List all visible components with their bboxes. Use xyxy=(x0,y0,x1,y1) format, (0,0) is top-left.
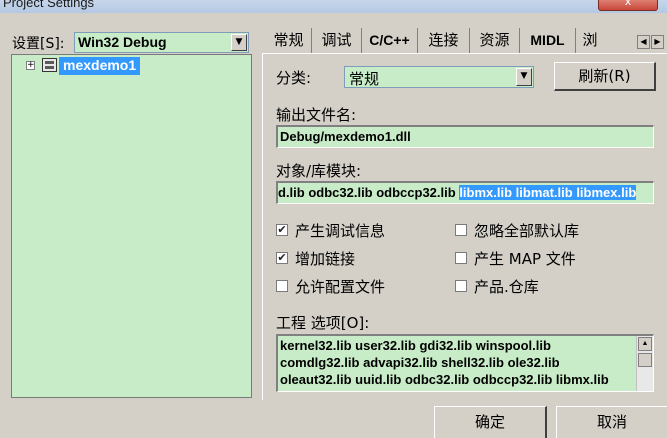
options-line: oleaut32.lib uuid.lib odbc32.lib odbccp3… xyxy=(280,372,609,387)
project-options-label: 工程 选项[O]: xyxy=(276,314,370,332)
checkbox-incremental-link[interactable]: ✔ xyxy=(276,252,288,264)
title-bar: Project Settings x xyxy=(0,0,667,13)
project-tree[interactable]: + mexdemo1 xyxy=(11,54,252,398)
category-label: 分类: xyxy=(276,69,312,87)
tree-node-mexdemo1[interactable]: mexdemo1 xyxy=(59,57,141,75)
project-options-textarea[interactable]: kernel32.lib user32.lib gdi32.lib winspo… xyxy=(276,334,654,392)
options-line: comdlg32.lib advapi32.lib shell32.lib ol… xyxy=(280,355,560,370)
tab-scroll-left-icon[interactable]: ◀ xyxy=(637,35,650,49)
tab-link[interactable]: 连接 xyxy=(418,28,470,53)
config-select-value: Win32 Debug xyxy=(78,34,167,50)
options-line: kernel32.lib user32.lib gdi32.lib winspo… xyxy=(280,338,551,353)
modules-value-selected: libmx.lib libmat.lib libmex.lib xyxy=(459,185,637,200)
output-filename-input[interactable]: Debug/mexdemo1.dll xyxy=(276,125,654,148)
output-filename-label: 输出文件名: xyxy=(276,106,357,124)
tab-strip: 常规 调试 C/C++ 连接 资源 MIDL 浏 ◀ ▶ xyxy=(262,28,667,53)
chevron-down-icon[interactable]: ▼ xyxy=(516,68,532,86)
tab-resources[interactable]: 资源 xyxy=(470,28,520,53)
category-select[interactable]: 常规 ▼ xyxy=(344,66,534,88)
cancel-button[interactable]: 取消 xyxy=(556,406,667,438)
checkbox-profiling-label: 允许配置文件 xyxy=(295,278,386,296)
project-icon xyxy=(42,58,57,72)
checkbox-ignore-default-libs-label: 忽略全部默认库 xyxy=(474,222,580,240)
tab-cpp[interactable]: C/C++ xyxy=(362,28,418,53)
window-title: Project Settings xyxy=(3,0,95,10)
settings-label: 设置[S]: xyxy=(12,36,65,52)
checkbox-ignore-default-libs[interactable] xyxy=(455,224,467,236)
modules-input[interactable]: d.lib odbc32.lib odbccp32.lib libmx.lib … xyxy=(276,181,654,204)
category-select-value: 常规 xyxy=(349,70,380,88)
tab-debug[interactable]: 调试 xyxy=(312,28,362,53)
tab-midl[interactable]: MIDL xyxy=(520,28,576,53)
tab-browse[interactable]: 浏 xyxy=(576,28,604,53)
checkbox-product-repository-label: 产品.仓库 xyxy=(474,278,539,296)
modules-value-plain: d.lib odbc32.lib odbccp32.lib xyxy=(278,185,460,200)
checkbox-incremental-link-label: 增加链接 xyxy=(295,250,356,268)
scroll-thumb[interactable] xyxy=(638,353,652,367)
ok-button[interactable]: 确定 xyxy=(434,406,547,438)
checkbox-map-file-label: 产生 MAP 文件 xyxy=(474,250,576,268)
checkbox-profiling[interactable] xyxy=(276,280,288,292)
options-scrollbar[interactable]: ▲ xyxy=(636,336,653,391)
modules-label: 对象/库模块: xyxy=(276,162,362,180)
reset-button[interactable]: 刷新(R) xyxy=(554,62,656,91)
close-button[interactable]: x xyxy=(598,0,658,11)
scroll-up-icon[interactable]: ▲ xyxy=(638,337,652,351)
config-select[interactable]: Win32 Debug ▼ xyxy=(74,32,249,53)
tab-general[interactable]: 常规 xyxy=(266,28,312,53)
checkbox-map-file[interactable] xyxy=(455,252,467,264)
tab-scroll-right-icon[interactable]: ▶ xyxy=(651,35,664,49)
tree-expand-icon[interactable]: + xyxy=(26,61,35,70)
output-filename-value: Debug/mexdemo1.dll xyxy=(280,129,411,144)
checkbox-debug-info-label: 产生调试信息 xyxy=(295,222,386,240)
checkbox-product-repository[interactable] xyxy=(455,280,467,292)
chevron-down-icon[interactable]: ▼ xyxy=(231,34,247,51)
checkbox-debug-info[interactable]: ✔ xyxy=(276,224,288,236)
